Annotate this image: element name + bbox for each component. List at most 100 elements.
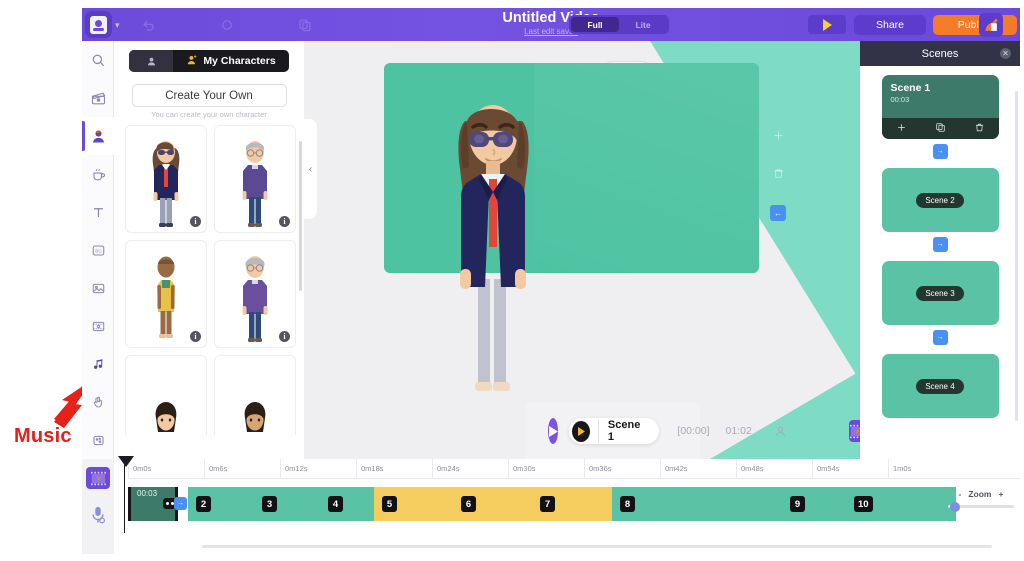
scene-thumbnail-4[interactable]: Scene 4 <box>881 354 999 418</box>
mode-option-full[interactable]: Full <box>571 17 619 32</box>
microphone-icon[interactable] <box>89 505 107 530</box>
header-action-icons <box>134 8 320 41</box>
sidebar-item-music[interactable] <box>82 345 114 383</box>
timeline-scrollbar[interactable] <box>202 545 992 548</box>
character-info-badge[interactable]: i <box>190 331 201 342</box>
scene-transition-button-1[interactable]: → <box>932 144 948 159</box>
timeline-clip[interactable]: 7 <box>532 487 612 521</box>
player-scene-play-icon[interactable] <box>572 420 590 442</box>
library-scrollbar[interactable] <box>299 141 302 291</box>
collapse-library-button[interactable]: ‹ <box>304 119 317 219</box>
timeline-clip[interactable]: 8 <box>612 487 782 521</box>
logo-chevron-down-icon[interactable]: ▾ <box>115 20 120 31</box>
mode-option-lite[interactable]: Lite <box>619 17 667 32</box>
timeline-playhead[interactable] <box>117 456 134 533</box>
library-tabs: My Characters <box>129 50 289 72</box>
close-icon[interactable]: ✕ <box>1000 48 1011 59</box>
canvas-character[interactable] <box>441 79 546 399</box>
sidebar-item-sticker[interactable] <box>82 421 114 459</box>
plus-icon[interactable] <box>772 129 785 145</box>
undo-icon[interactable] <box>134 8 164 41</box>
video-track-icon[interactable] <box>86 467 110 489</box>
character-info-badge[interactable]: i <box>279 331 290 342</box>
player-play-button[interactable] <box>548 418 558 444</box>
delete-scene-icon[interactable] <box>974 122 985 136</box>
clip-number: 5 <box>382 496 397 512</box>
scenes-scrollbar[interactable] <box>1015 91 1018 421</box>
header-preview-play-button[interactable] <box>808 15 846 34</box>
timeline-track: 00:03 → 2 3 4 5 6 7 8 9 10 <box>128 487 956 521</box>
scene-thumbnail-3[interactable]: Scene 3 <box>881 261 999 325</box>
zoom-slider[interactable] <box>948 501 1014 512</box>
list-item[interactable]: i <box>125 125 207 233</box>
share-button[interactable]: Share <box>854 15 926 35</box>
left-toolbar: BG <box>82 41 114 484</box>
timeline-clip[interactable]: 4 <box>320 487 374 521</box>
character-info-badge[interactable]: i <box>279 216 290 227</box>
timeline-clip[interactable]: 10 <box>846 487 956 521</box>
timeline-zoom-control: - Zoom + <box>948 489 1014 512</box>
timeline-clip[interactable]: 2 <box>188 487 254 521</box>
clip-number: 8 <box>620 496 635 512</box>
scene-thumbnail-2[interactable]: Scene 2 <box>881 168 999 232</box>
film-strip-icon[interactable] <box>848 420 860 442</box>
ruler-tick: 0m48s <box>736 459 764 479</box>
scene-transition-button-3[interactable]: → <box>932 330 948 345</box>
sidebar-item-scene[interactable] <box>82 79 114 117</box>
tab-my-characters-label: My Characters <box>203 55 276 67</box>
list-item[interactable]: i <box>214 240 296 348</box>
clip-number: 2 <box>196 496 211 512</box>
redo-icon[interactable] <box>212 8 242 41</box>
sidebar-item-video[interactable] <box>82 307 114 345</box>
clip-transition-button[interactable]: → <box>174 497 187 510</box>
canvas-transition-button[interactable]: ← <box>770 205 786 221</box>
user-avatar[interactable] <box>979 13 1003 37</box>
tab-my-characters[interactable]: My Characters <box>173 50 289 72</box>
app-root: Music ▾ Untitled Video Last edit saved F… <box>0 0 1024 561</box>
timeline-clip[interactable]: 00:03 → <box>128 487 187 521</box>
clip-number: 10 <box>854 496 873 512</box>
clip-duration: 00:03 <box>137 489 158 498</box>
create-your-own-button[interactable]: Create Your Own <box>131 84 287 107</box>
clip-number: 3 <box>262 496 277 512</box>
zoom-in-button[interactable]: + <box>999 489 1004 499</box>
app-header: ▾ Untitled Video Last edit saved Full Li… <box>82 8 1020 41</box>
timeline-clip[interactable]: 5 <box>374 487 453 521</box>
list-item[interactable]: i <box>125 355 207 435</box>
add-scene-icon[interactable] <box>896 122 907 136</box>
duplicate-scene-icon[interactable] <box>935 122 946 136</box>
zoom-slider-handle[interactable] <box>950 501 960 512</box>
sidebar-item-image[interactable] <box>82 269 114 307</box>
zoom-out-button[interactable]: - <box>959 489 962 499</box>
trash-icon[interactable] <box>772 167 785 183</box>
character-info-badge[interactable]: i <box>190 216 201 227</box>
player-current-time: [00:00] <box>677 425 710 437</box>
timeline-ruler[interactable]: 0m0s 0m6s 0m12s 0m18s 0m24s 0m30s 0m36s … <box>128 459 1020 479</box>
timeline-clip[interactable]: 3 <box>254 487 320 521</box>
scene-title: Scene 4 <box>916 378 964 394</box>
svg-text:BG: BG <box>95 248 102 253</box>
sidebar-item-text[interactable] <box>82 193 114 231</box>
scene-title: Scene 2 <box>916 192 964 208</box>
scene-thumbnail-1[interactable]: Scene 1 00:03 <box>881 75 999 139</box>
sidebar-item-prop[interactable] <box>82 155 114 193</box>
player-scene-chip[interactable]: Scene 1 <box>569 418 660 444</box>
tab-all-characters[interactable] <box>129 50 173 72</box>
list-item[interactable]: i <box>125 240 207 348</box>
publish-button[interactable]: Publish <box>933 15 1017 35</box>
sidebar-item-search[interactable] <box>82 41 114 79</box>
mode-toggle[interactable]: Full Lite <box>569 15 669 34</box>
list-item[interactable]: i <box>214 355 296 435</box>
sidebar-item-background[interactable]: BG <box>82 231 114 269</box>
character-toggle-icon[interactable] <box>774 425 787 438</box>
copy-icon[interactable] <box>290 8 320 41</box>
timeline-clip[interactable]: 9 <box>782 487 846 521</box>
timeline-clip[interactable]: 6 <box>453 487 532 521</box>
sidebar-item-hand[interactable] <box>82 383 114 421</box>
sidebar-item-character[interactable] <box>82 117 114 155</box>
list-item[interactable]: i <box>214 125 296 233</box>
scene-transition-button-2[interactable]: → <box>932 237 948 252</box>
app-logo[interactable] <box>85 11 112 38</box>
player-bar: Scene 1 [00:00] 01:02 <box>526 403 860 459</box>
canvas-stage[interactable]: 73% ▾ <box>304 41 860 459</box>
